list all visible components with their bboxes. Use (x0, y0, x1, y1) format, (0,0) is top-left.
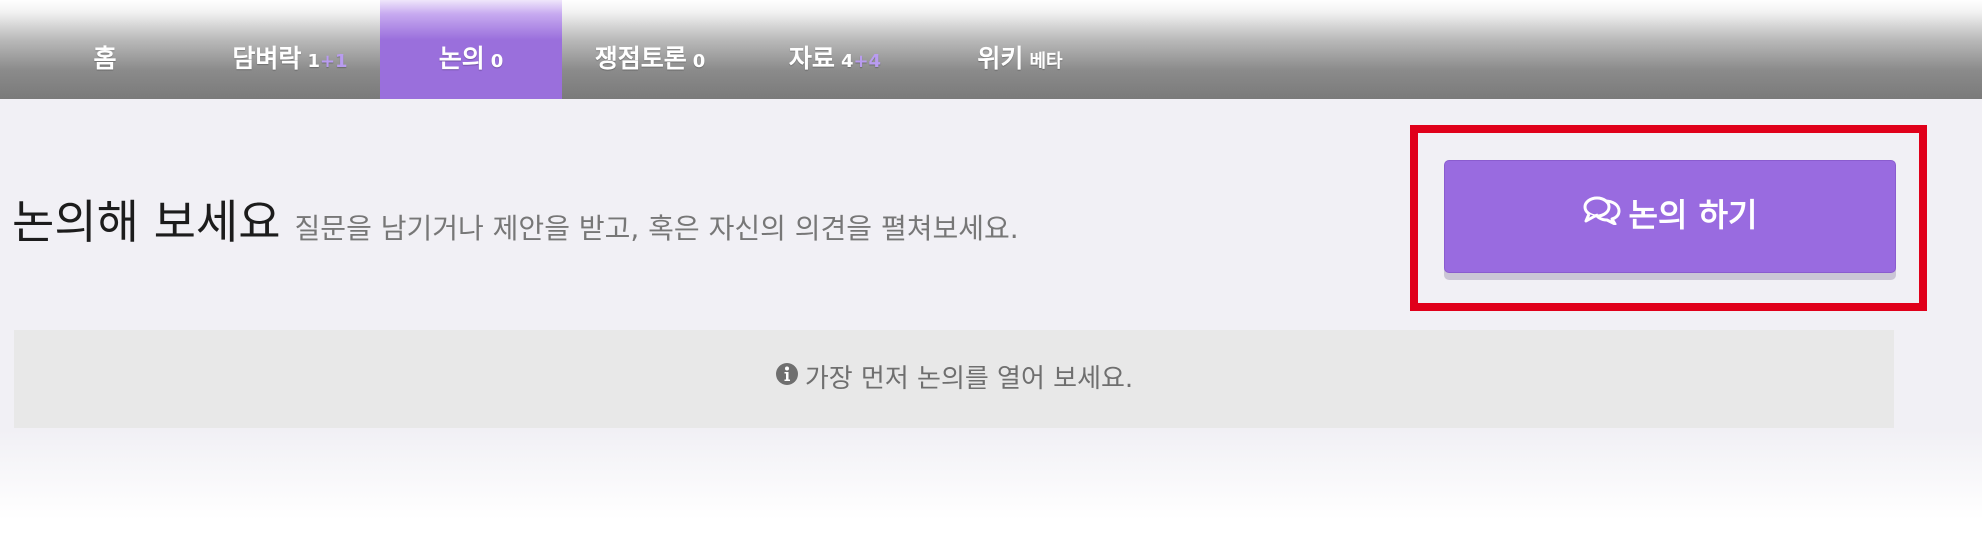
tab-discussion-count: 0 (490, 51, 504, 72)
tab-resources-label: 자료 (788, 44, 835, 73)
tab-wiki-beta-badge: 베타 (1029, 51, 1063, 72)
tab-debate-count: 0 (692, 51, 706, 72)
tab-wiki-label: 위키 (977, 44, 1024, 73)
tab-wall-label: 담벼락 (232, 44, 302, 73)
tab-bar: 홈 담벼락 1+1 논의 0 쟁점토론 0 자료 4+4 위키 베타 (0, 0, 1982, 99)
tab-discussion[interactable]: 논의 0 (380, 0, 562, 99)
tab-wall-count: 1 (307, 51, 320, 72)
page-title: 논의해 보세요 (12, 195, 281, 249)
page-subtitle: 질문을 남기거나 제안을 받고, 혹은 자신의 의견을 펼쳐보세요. (294, 212, 1019, 245)
tab-resources-count-new: +4 (853, 51, 882, 72)
tab-discussion-label: 논의 (438, 44, 485, 73)
tab-wall[interactable]: 담벼락 1+1 (200, 0, 380, 99)
comments-icon (1583, 160, 1621, 268)
start-discussion-button[interactable]: 논의 하기 (1444, 160, 1896, 273)
info-circle-icon (775, 329, 799, 427)
tab-resources[interactable]: 자료 4+4 (770, 0, 900, 99)
tab-resources-count: 4 (840, 51, 854, 72)
empty-state-notice: 가장 먼저 논의를 열어 보세요. (14, 330, 1894, 428)
tab-wall-count-new: +1 (319, 51, 348, 72)
page-heading: 논의해 보세요 질문을 남기거나 제안을 받고, 혹은 자신의 의견을 펼쳐보세요… (12, 186, 1019, 252)
empty-state-text: 가장 먼저 논의를 열어 보세요. (804, 364, 1134, 394)
tab-home[interactable]: 홈 (40, 0, 170, 99)
tab-debate[interactable]: 쟁점토론 0 (575, 0, 725, 99)
tab-wiki[interactable]: 위키 베타 (955, 0, 1085, 99)
start-discussion-label: 논의 하기 (1628, 196, 1758, 234)
tab-home-label: 홈 (93, 44, 117, 73)
tab-debate-label: 쟁점토론 (594, 44, 687, 73)
